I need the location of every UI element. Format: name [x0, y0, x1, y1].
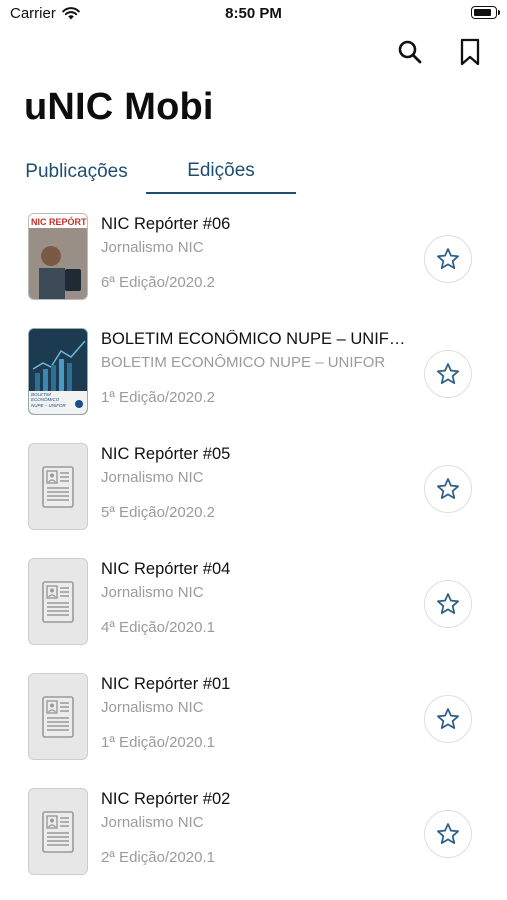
item-subtitle: Jornalismo NIC: [101, 239, 204, 256]
item-edition: 6ª Edição/2020.2: [101, 274, 215, 291]
star-outline-icon: [437, 363, 459, 384]
status-bar: Carrier 8:50 PM: [0, 0, 507, 30]
favorite-button[interactable]: [424, 350, 472, 398]
document-placeholder-icon: [42, 810, 74, 853]
document-placeholder-icon: [42, 695, 74, 738]
list-item[interactable]: NIC Repórter #04 Jornalismo NIC 4ª Ediçã…: [0, 553, 507, 668]
thumbnail-placeholder: [28, 443, 88, 530]
tab-edicoes[interactable]: Edições: [146, 150, 296, 194]
item-edition: 2ª Edição/2020.1: [101, 849, 215, 866]
bookmark-icon: [460, 38, 480, 66]
favorite-button[interactable]: [424, 235, 472, 283]
document-placeholder-icon: [42, 465, 74, 508]
page-title: uNIC Mobi: [24, 86, 214, 128]
thumbnail-placeholder: [28, 673, 88, 760]
bookmarks-button[interactable]: [455, 36, 485, 68]
cover-image: NIC REPÓRTER: [29, 214, 88, 299]
tab-publicacoes[interactable]: Publicações: [10, 150, 143, 194]
star-outline-icon: [437, 708, 459, 729]
cover-boletim: BOLETIM ECONÔMICO NUPE – UNIFOR: [28, 328, 88, 415]
cover-boletim-text: BOLETIM ECONÔMICO NUPE – UNIFOR: [31, 392, 66, 408]
list-item[interactable]: NIC Repórter #05 Jornalismo NIC 5ª Ediçã…: [0, 438, 507, 553]
thumbnail-placeholder: [28, 788, 88, 875]
thumbnail-placeholder: [28, 558, 88, 645]
cover-image: BOLETIM ECONÔMICO NUPE – UNIFOR: [29, 329, 87, 414]
item-subtitle: Jornalismo NIC: [101, 699, 204, 716]
item-subtitle: Jornalismo NIC: [101, 814, 204, 831]
item-edition: 4ª Edição/2020.1: [101, 619, 215, 636]
search-button[interactable]: [395, 36, 425, 68]
item-title: NIC Repórter #01: [101, 675, 231, 693]
star-outline-icon: [437, 478, 459, 499]
battery-icon: [471, 6, 500, 19]
item-title: NIC Repórter #06: [101, 215, 231, 233]
cover-nic-title: NIC REPÓRTER: [31, 216, 88, 227]
cover-nic-reporter: NIC REPÓRTER: [28, 213, 88, 300]
star-outline-icon: [437, 593, 459, 614]
item-title: NIC Repórter #02: [101, 790, 231, 808]
item-edition: 1ª Edição/2020.2: [101, 389, 215, 406]
status-time: 8:50 PM: [225, 5, 282, 22]
star-outline-icon: [437, 823, 459, 844]
item-title: NIC Repórter #05: [101, 445, 231, 463]
item-subtitle: Jornalismo NIC: [101, 584, 204, 601]
item-title: NIC Repórter #04: [101, 560, 231, 578]
item-title: BOLETIM ECONÔMICO NUPE – UNIF…: [101, 330, 406, 348]
favorite-button[interactable]: [424, 695, 472, 743]
list-item[interactable]: BOLETIM ECONÔMICO NUPE – UNIFOR BOLETIM …: [0, 323, 507, 438]
item-edition: 1ª Edição/2020.1: [101, 734, 215, 751]
item-subtitle: Jornalismo NIC: [101, 469, 204, 486]
search-icon: [398, 40, 422, 64]
list-item[interactable]: NIC Repórter #02 Jornalismo NIC 2ª Ediçã…: [0, 783, 507, 898]
list-item[interactable]: NIC Repórter #01 Jornalismo NIC 1ª Ediçã…: [0, 668, 507, 783]
document-placeholder-icon: [42, 580, 74, 623]
editions-list: NIC REPÓRTER NIC Repórter #06 Jornalismo…: [0, 208, 507, 898]
top-actions: [395, 36, 485, 68]
star-outline-icon: [437, 248, 459, 269]
favorite-button[interactable]: [424, 465, 472, 513]
item-edition: 5ª Edição/2020.2: [101, 504, 215, 521]
favorite-button[interactable]: [424, 580, 472, 628]
favorite-button[interactable]: [424, 810, 472, 858]
tab-bar: Publicações Edições: [0, 150, 507, 194]
list-item[interactable]: NIC REPÓRTER NIC Repórter #06 Jornalismo…: [0, 208, 507, 323]
item-subtitle: BOLETIM ECONÔMICO NUPE – UNIFOR: [101, 354, 386, 371]
